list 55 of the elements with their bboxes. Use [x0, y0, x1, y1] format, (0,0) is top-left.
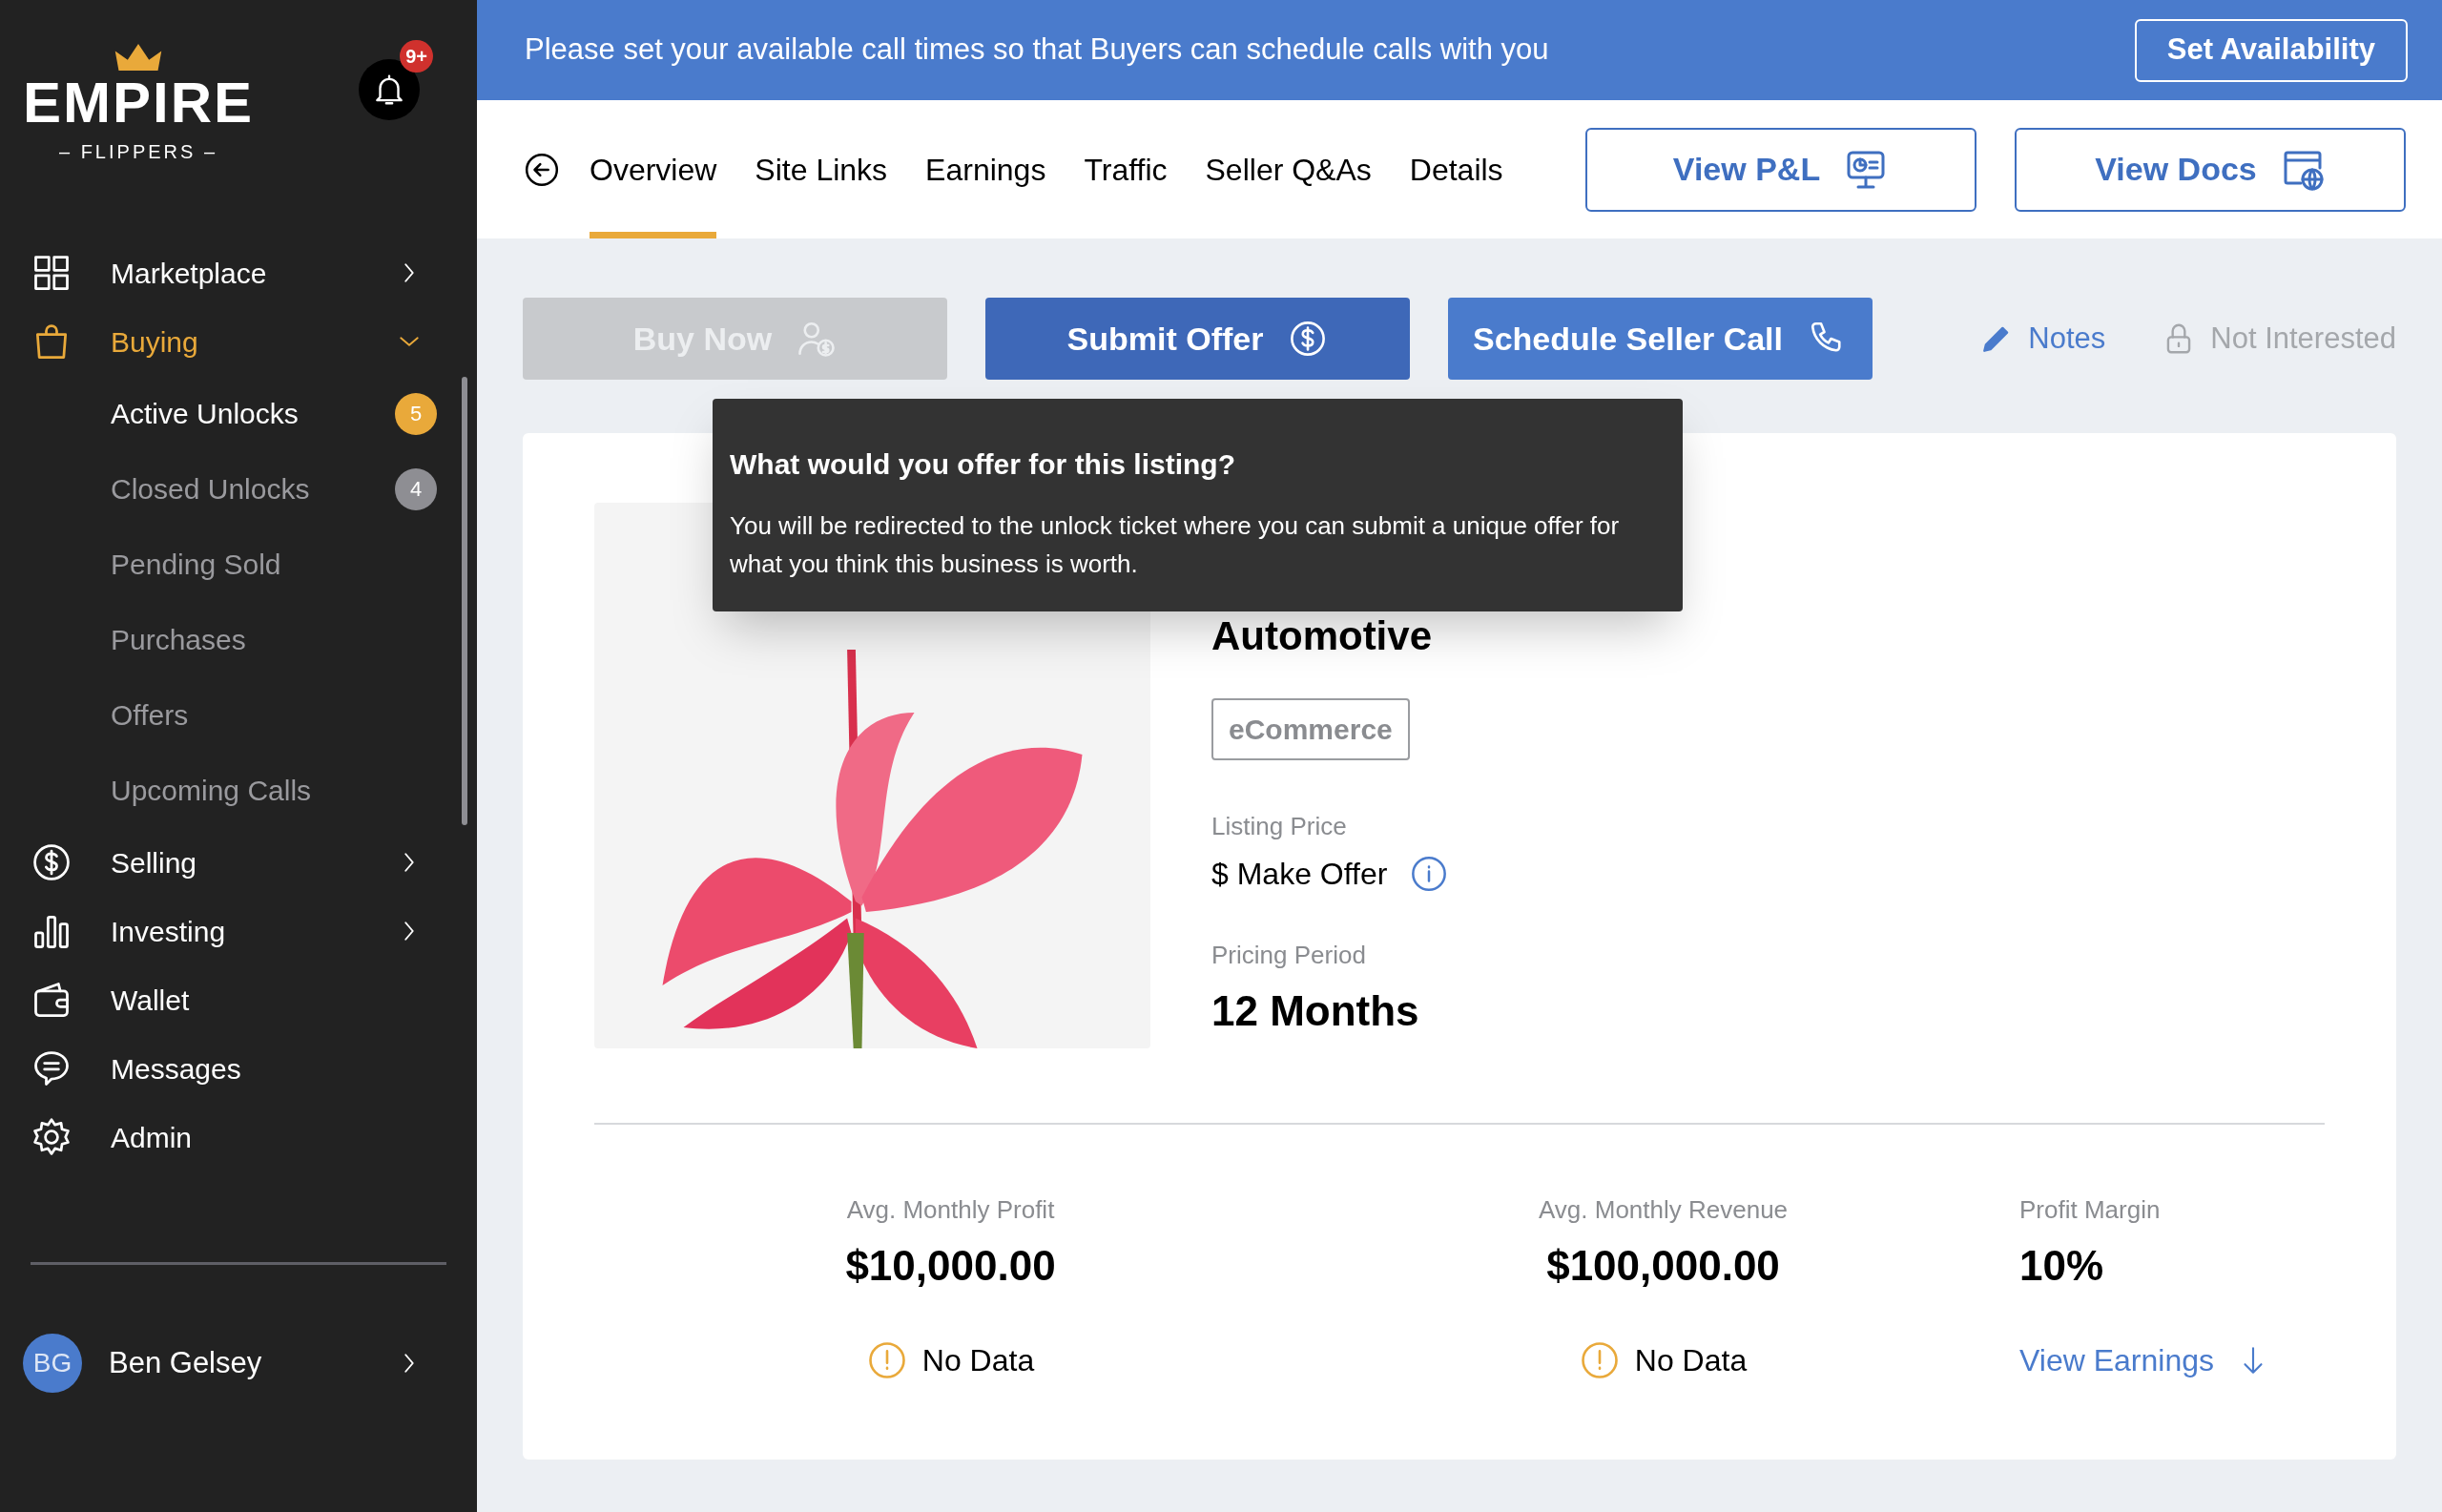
no-data-text: No Data [921, 1342, 1035, 1379]
sidebar-item[interactable]: Buying [31, 307, 443, 376]
info-icon[interactable] [1410, 855, 1449, 893]
count-badge: 4 [395, 467, 437, 510]
user-menu[interactable]: BG Ben Gelsey [0, 1334, 477, 1393]
stat-value: 10% [2019, 1241, 2104, 1291]
dollar-icon [31, 841, 72, 883]
sidebar-item[interactable]: Selling [31, 828, 443, 897]
header-button[interactable]: View P&L [1585, 127, 1976, 212]
link-button[interactable]: Notes [1978, 316, 2106, 362]
sidebar-item[interactable]: Investing [31, 897, 443, 965]
sidebar-item[interactable]: Admin [31, 1103, 443, 1171]
stat-value: $100,000.00 [1546, 1241, 1780, 1291]
stat-label: Avg. Monthly Revenue [1538, 1194, 1789, 1226]
header-button[interactable]: View Docs [2015, 127, 2406, 212]
banner-text: Please set your available call times so that Buyers can schedule calls with you [525, 31, 1549, 69]
tab[interactable]: Traffic [1084, 100, 1168, 238]
tooltip-text: You will be redirected to the unlock ticket where you can submit a unique offer for what you think this business is worth. [730, 510, 1621, 580]
tab[interactable]: Site Links [755, 100, 888, 238]
notification-badge: 9+ [400, 40, 433, 72]
sidebar-subitem[interactable]: Upcoming Calls [31, 753, 443, 828]
stat-label: Profit Margin [2019, 1194, 2161, 1226]
category-tag: eCommerce [1211, 698, 1410, 760]
logo-subtitle: – FLIPPERS – [58, 140, 218, 164]
field-value: 12 Months [1211, 986, 1419, 1036]
view-earnings-link[interactable]: View Earnings [2019, 1337, 2269, 1383]
count-badge: 5 [395, 392, 437, 435]
sidebar-item[interactable]: Marketplace [31, 238, 443, 307]
user-avatar: BG [23, 1334, 82, 1393]
stat-value: $10,000.00 [845, 1241, 1056, 1291]
set-availability-button[interactable]: Set Availability [2134, 18, 2408, 82]
warning-icon [1579, 1340, 1620, 1380]
field-label: Pricing Period [1211, 940, 1367, 971]
tab[interactable]: Details [1409, 100, 1503, 238]
no-data-text: No Data [1634, 1342, 1748, 1379]
action-button[interactable]: Schedule Seller Call [1448, 298, 1873, 380]
scrollbar[interactable] [462, 377, 467, 825]
stat-label: Avg. Monthly Profit [846, 1194, 1055, 1226]
tab[interactable]: Overview [590, 100, 717, 238]
field-value: $ Make Offer [1211, 856, 1388, 893]
tab[interactable]: Seller Q&As [1205, 100, 1372, 238]
tooltip-title: What would you offer for this listing? [730, 447, 1236, 482]
listing-title: Automotive [1211, 612, 1433, 660]
sidebar-subitem[interactable]: Pending Sold [31, 527, 443, 602]
sidebar-item[interactable]: Wallet [31, 965, 443, 1034]
sidebar-subitem[interactable]: Closed Unlocks 4 [31, 451, 443, 527]
sidebar-subitem[interactable]: Purchases [31, 602, 443, 677]
settings-icon [31, 1116, 72, 1158]
sidebar-subitem[interactable]: Active Unlocks 5 [31, 376, 443, 451]
field-label: Listing Price [1211, 811, 1348, 842]
tab[interactable]: Earnings [925, 100, 1046, 238]
sidebar-subitem[interactable]: Offers [31, 677, 443, 753]
warning-icon [866, 1340, 907, 1380]
sidebar-item[interactable]: Messages [31, 1034, 443, 1103]
action-button[interactable]: Submit Offer [985, 298, 1410, 380]
